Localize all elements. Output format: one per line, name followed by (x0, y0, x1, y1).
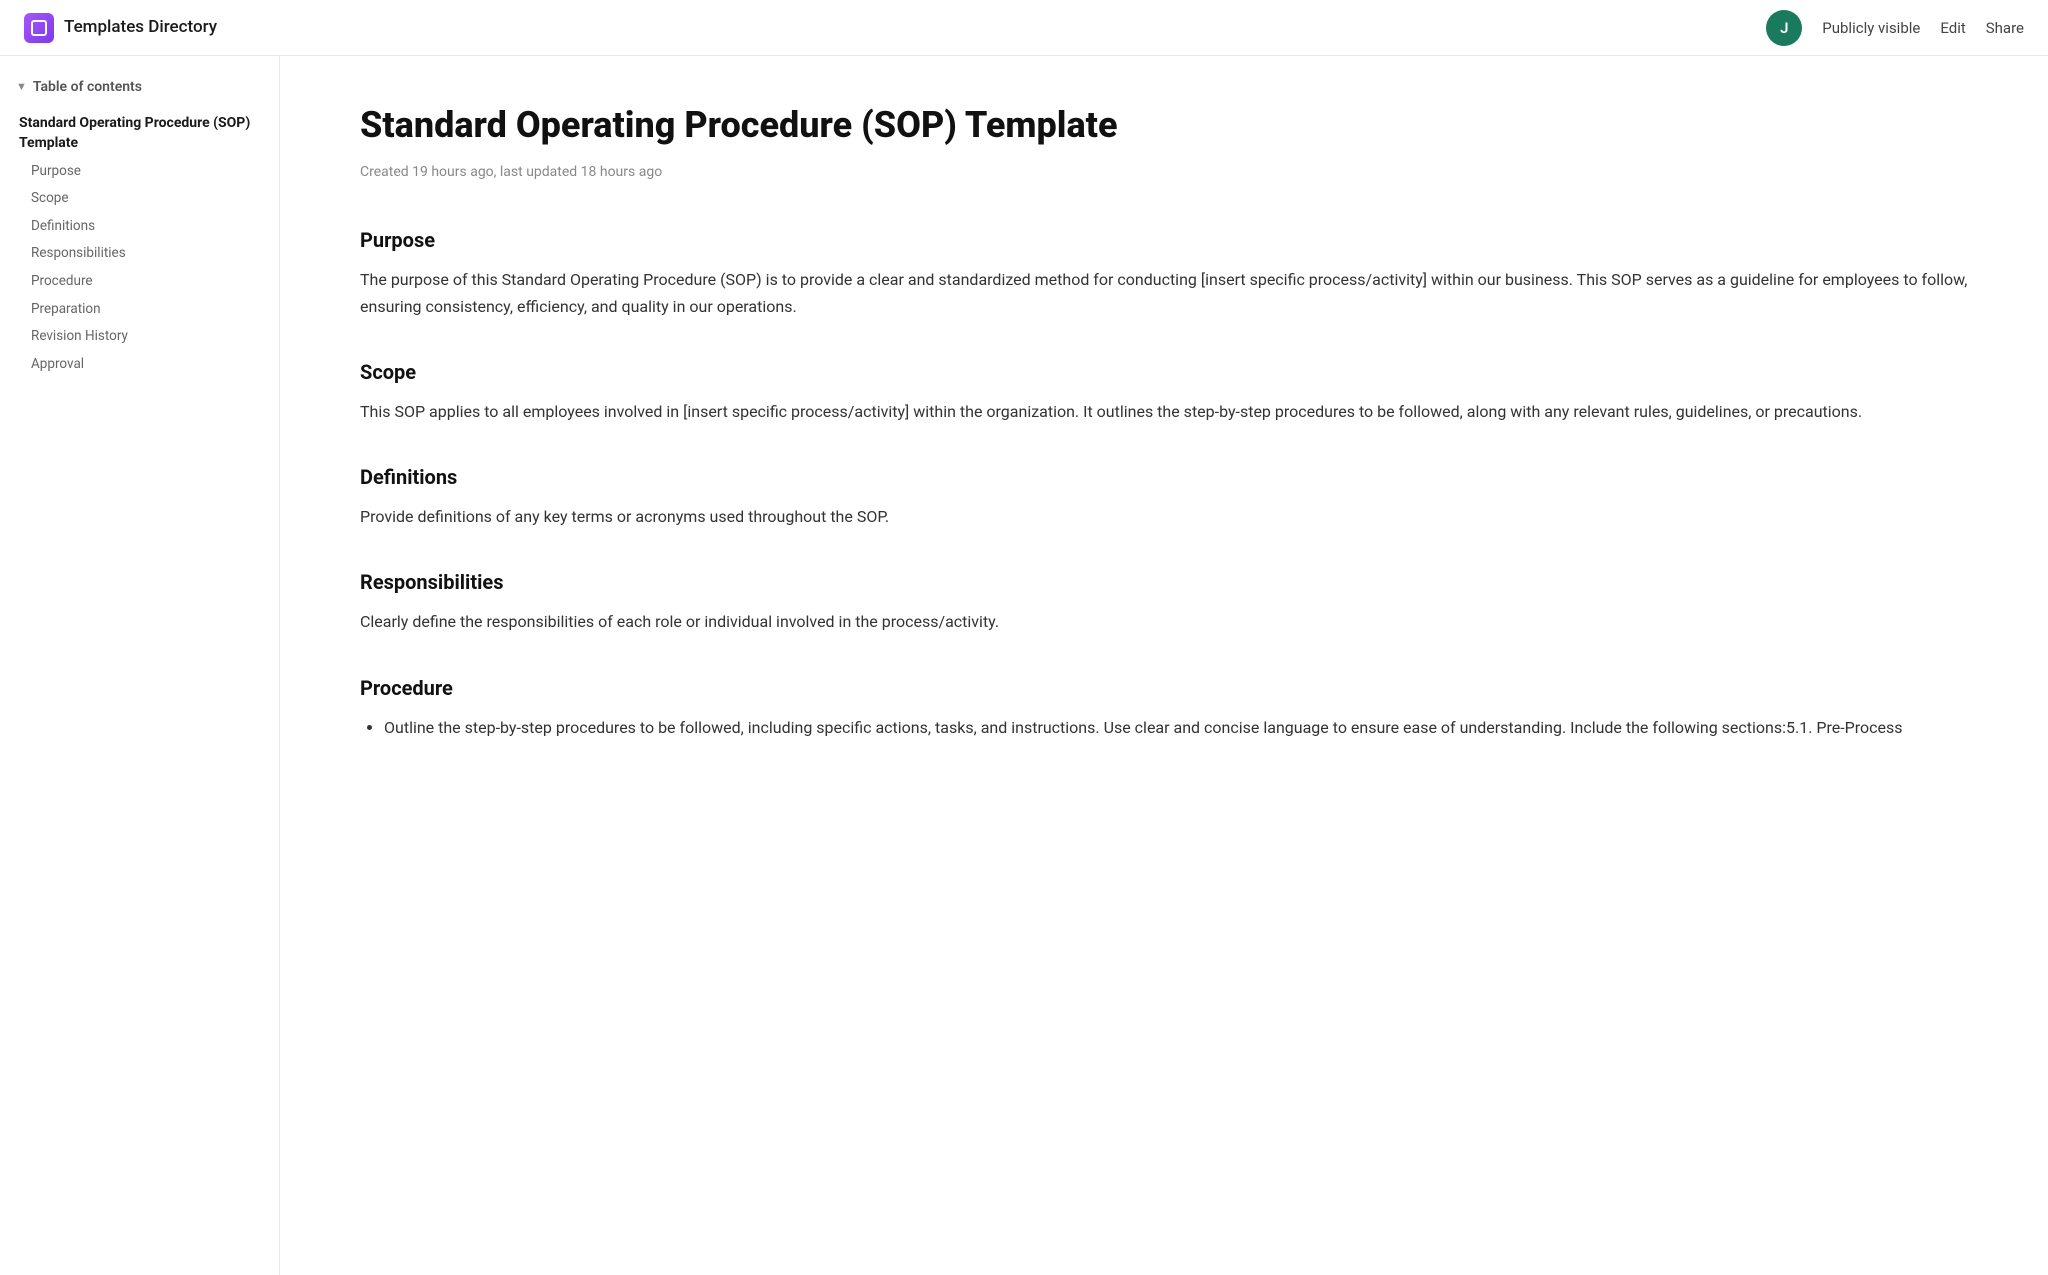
section-purpose: Purpose The purpose of this Standard Oper… (360, 224, 1968, 320)
header-right: J Publicly visible Edit Share (1766, 10, 2024, 46)
section-body-responsibilities: Clearly define the responsibilities of e… (360, 608, 1968, 635)
header-left: Templates Directory (24, 13, 217, 43)
doc-meta: Created 19 hours ago, last updated 18 ho… (360, 161, 1968, 183)
toc-sub-item[interactable]: Procedure (0, 268, 279, 296)
chevron-down-icon: ▼ (16, 78, 27, 96)
toc-main-item[interactable]: Standard Operating Procedure (SOP) Templ… (0, 110, 279, 157)
procedure-list: Outline the step-by-step procedures to b… (360, 714, 1968, 741)
sections-container: Purpose The purpose of this Standard Oper… (360, 224, 1968, 741)
section-body-scope: This SOP applies to all employees involv… (360, 398, 1968, 425)
section-heading-responsibilities: Responsibilities (360, 566, 1968, 598)
app-icon[interactable] (24, 13, 54, 43)
toc-label: Table of contents (33, 76, 142, 98)
toc-sub-item[interactable]: Scope (0, 185, 279, 213)
share-button[interactable]: Share (1986, 16, 2024, 40)
section-heading-scope: Scope (360, 356, 1968, 388)
toc-header[interactable]: ▼ Table of contents (0, 76, 279, 110)
toc-sub-item[interactable]: Purpose (0, 158, 279, 186)
sidebar: ▼ Table of contents Standard Operating P… (0, 56, 280, 1275)
toc-sub-item[interactable]: Preparation (0, 296, 279, 324)
toc-sub-item[interactable]: Approval (0, 351, 279, 379)
toc-sub-items: PurposeScopeDefinitionsResponsibilitiesP… (0, 158, 279, 379)
section-heading-procedure: Procedure (360, 672, 1968, 704)
doc-title: Standard Operating Procedure (SOP) Templ… (360, 104, 1968, 147)
header: Templates Directory J Publicly visible E… (0, 0, 2048, 56)
toc-sub-item[interactable]: Definitions (0, 213, 279, 241)
app-icon-inner (31, 20, 47, 36)
publicly-visible-label[interactable]: Publicly visible (1822, 16, 1920, 40)
section-heading-definitions: Definitions (360, 461, 1968, 493)
edit-button[interactable]: Edit (1940, 16, 1965, 40)
layout: ▼ Table of contents Standard Operating P… (0, 56, 2048, 1275)
section-heading-purpose: Purpose (360, 224, 1968, 256)
section-responsibilities: Responsibilities Clearly define the respo… (360, 566, 1968, 635)
section-definitions: Definitions Provide definitions of any ke… (360, 461, 1968, 530)
section-procedure: Procedure Outline the step-by-step proced… (360, 672, 1968, 741)
toc-sub-item[interactable]: Responsibilities (0, 240, 279, 268)
section-scope: Scope This SOP applies to all employees i… (360, 356, 1968, 425)
section-body-definitions: Provide definitions of any key terms or … (360, 503, 1968, 530)
list-item: Outline the step-by-step procedures to b… (384, 714, 1968, 741)
avatar[interactable]: J (1766, 10, 1802, 46)
section-body-purpose: The purpose of this Standard Operating P… (360, 266, 1968, 320)
toc-sub-item[interactable]: Revision History (0, 323, 279, 351)
app-title[interactable]: Templates Directory (64, 14, 217, 41)
main-content: Standard Operating Procedure (SOP) Templ… (280, 56, 2048, 1275)
